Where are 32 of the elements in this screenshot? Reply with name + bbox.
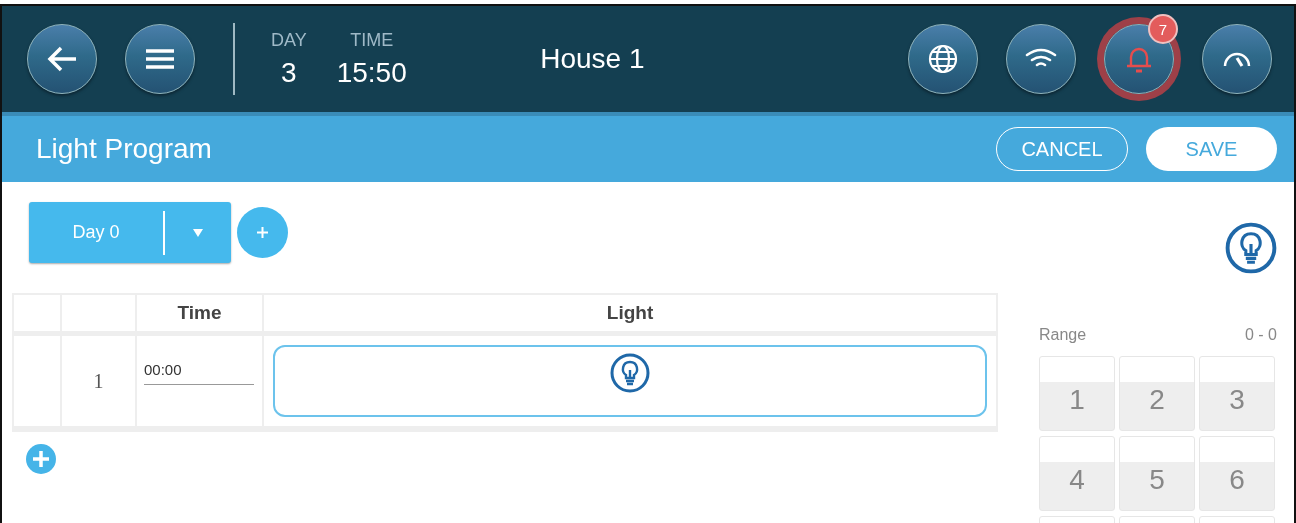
day-value: 3: [281, 56, 297, 89]
menu-button[interactable]: [125, 24, 195, 94]
alarm-count-badge: 7: [1148, 14, 1178, 44]
time-label: TIME: [350, 29, 394, 51]
light-bulb-icon: [1225, 222, 1277, 274]
column-header: Light: [263, 294, 997, 334]
keypad-key[interactable]: 6: [1199, 436, 1275, 511]
dropdown-caret-icon: [191, 227, 204, 238]
time-value: 15:50: [336, 56, 407, 89]
range-value: 0 - 0: [1245, 326, 1277, 344]
back-arrow-icon: [46, 45, 78, 73]
light-bulb-icon: [610, 353, 650, 393]
day-label: DAY: [271, 29, 307, 51]
keypad-key[interactable]: 5: [1119, 436, 1195, 511]
save-button[interactable]: SAVE: [1146, 127, 1277, 171]
keypad-key[interactable]: 3: [1199, 356, 1275, 431]
day-dropdown[interactable]: Day 0: [29, 202, 231, 263]
globe-icon: [928, 44, 958, 74]
keypad-key[interactable]: 2: [1119, 356, 1195, 431]
gauge-button[interactable]: [1202, 24, 1272, 94]
range-label: Range: [1039, 326, 1087, 344]
back-button[interactable]: [27, 24, 97, 94]
wifi-button[interactable]: [1006, 24, 1076, 94]
page-title: Light Program: [36, 133, 213, 165]
row-number: 1: [61, 333, 136, 429]
language-button[interactable]: [908, 24, 978, 94]
column-header: Time: [136, 294, 263, 334]
house-title: House 1: [539, 43, 646, 75]
keypad-key[interactable]: 1: [1039, 356, 1115, 431]
menu-icon: [145, 49, 175, 69]
keypad-key[interactable]: 4: [1039, 436, 1115, 511]
light-select-field[interactable]: [273, 345, 987, 417]
